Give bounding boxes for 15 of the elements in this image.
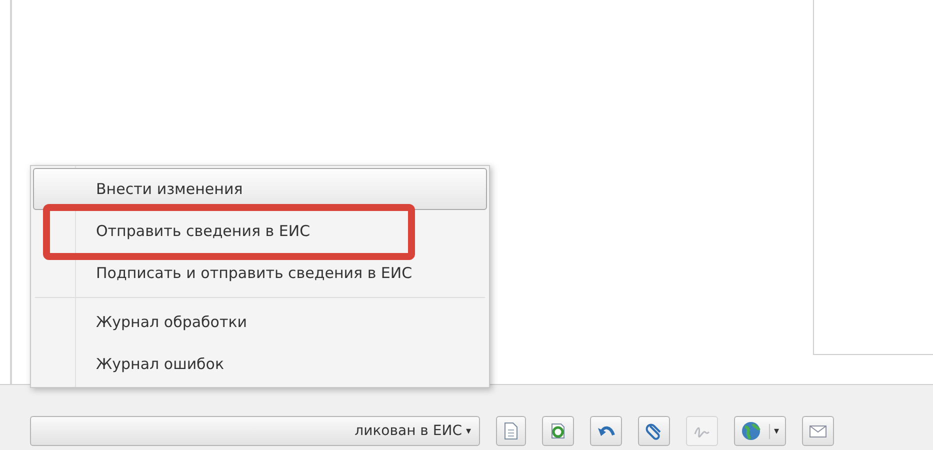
menu-item[interactable]: Журнал обработки bbox=[33, 301, 487, 343]
mail-button[interactable] bbox=[802, 416, 834, 446]
document-button[interactable] bbox=[496, 416, 526, 446]
menu-item[interactable]: Подписать и отправить сведения в ЕИС bbox=[33, 252, 487, 294]
status-dropdown-button[interactable]: ликован в ЕИС ▾ bbox=[30, 416, 480, 446]
menu-item[interactable]: Журнал ошибок bbox=[33, 343, 487, 385]
undo-button[interactable] bbox=[590, 416, 622, 446]
globe-icon bbox=[741, 421, 761, 441]
attach-button[interactable] bbox=[638, 416, 670, 446]
paperclip-icon bbox=[645, 422, 663, 440]
globe-button[interactable]: ▾ bbox=[734, 416, 786, 446]
undo-arrow-icon bbox=[597, 424, 615, 438]
envelope-icon bbox=[809, 423, 828, 439]
menu-item[interactable]: Отправить сведения в ЕИС bbox=[33, 210, 487, 252]
document-icon bbox=[503, 422, 519, 440]
